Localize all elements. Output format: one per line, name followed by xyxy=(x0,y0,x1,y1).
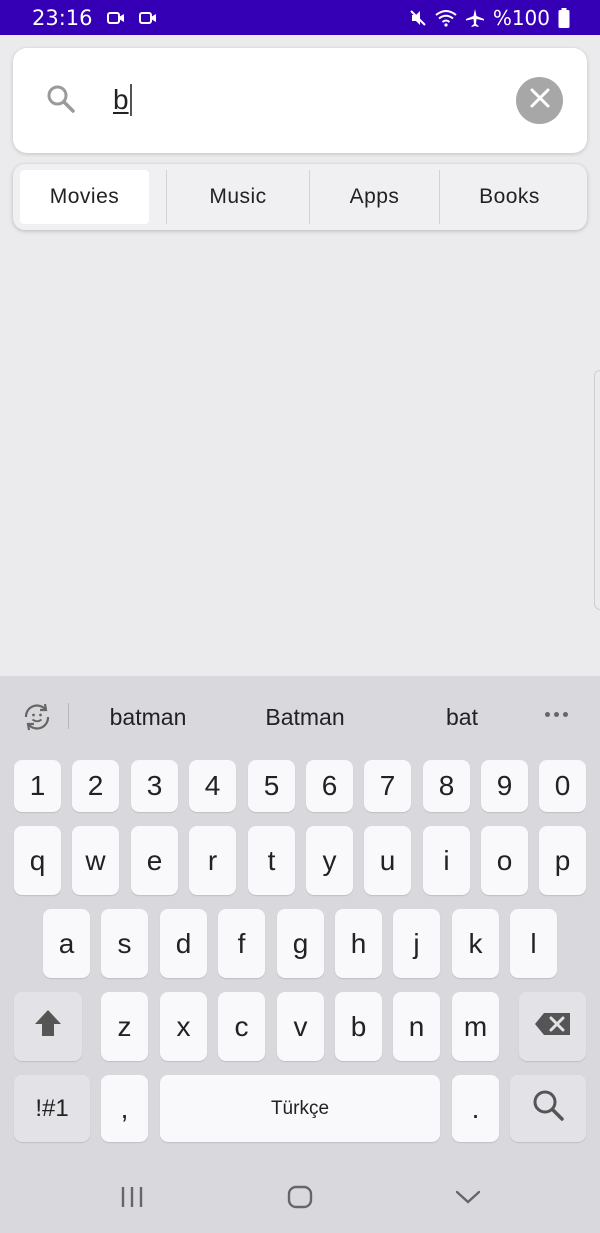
key-v[interactable]: v xyxy=(277,992,324,1061)
suggestion-1[interactable]: batman xyxy=(78,704,218,731)
battery-icon xyxy=(558,7,570,28)
clear-search-button[interactable] xyxy=(516,77,563,124)
video-camera-icon xyxy=(138,11,157,25)
key-5[interactable]: 5 xyxy=(248,760,295,812)
key-u[interactable]: u xyxy=(364,826,411,895)
symbols-key[interactable]: !#1 xyxy=(14,1075,90,1142)
key-c[interactable]: c xyxy=(218,992,265,1061)
wifi-icon xyxy=(435,9,457,27)
key-w[interactable]: w xyxy=(72,826,119,895)
search-input-value: b xyxy=(113,84,129,115)
key-l[interactable]: l xyxy=(510,909,557,978)
key-f[interactable]: f xyxy=(218,909,265,978)
key-h[interactable]: h xyxy=(335,909,382,978)
suggestion-3[interactable]: bat xyxy=(392,704,532,731)
suggestion-2[interactable]: Batman xyxy=(235,704,375,731)
tab-books[interactable]: Books xyxy=(440,170,579,224)
key-6[interactable]: 6 xyxy=(306,760,353,812)
emoji-toggle-icon[interactable] xyxy=(20,700,54,739)
comma-key[interactable]: , xyxy=(101,1075,148,1142)
shift-key[interactable] xyxy=(14,992,82,1061)
tab-movies[interactable]: Movies xyxy=(20,170,149,224)
key-t[interactable]: t xyxy=(248,826,295,895)
key-e[interactable]: e xyxy=(131,826,178,895)
text-caret xyxy=(129,84,132,116)
key-9[interactable]: 9 xyxy=(481,760,528,812)
backspace-key[interactable] xyxy=(519,992,586,1061)
key-7[interactable]: 7 xyxy=(364,760,411,812)
shift-arrow-icon xyxy=(33,1008,63,1045)
keyboard: batman Batman bat 1 2 3 4 5 6 7 8 9 0 q … xyxy=(0,676,600,1233)
period-key[interactable]: . xyxy=(452,1075,499,1142)
key-3[interactable]: 3 xyxy=(131,760,178,812)
key-k[interactable]: k xyxy=(452,909,499,978)
key-i[interactable]: i xyxy=(423,826,470,895)
mute-icon xyxy=(409,9,427,27)
recent-apps-icon[interactable] xyxy=(120,1185,144,1214)
airplane-icon xyxy=(465,8,485,28)
key-x[interactable]: x xyxy=(160,992,207,1061)
search-key[interactable] xyxy=(510,1075,586,1142)
key-j[interactable]: j xyxy=(393,909,440,978)
search-input[interactable]: b xyxy=(113,78,493,122)
space-key[interactable]: Türkçe xyxy=(160,1075,440,1142)
search-icon xyxy=(531,1088,565,1129)
key-8[interactable]: 8 xyxy=(423,760,470,812)
suggestion-divider xyxy=(68,703,69,729)
category-tabs: Movies Music Apps Books xyxy=(13,164,587,230)
more-dots-icon[interactable] xyxy=(545,712,568,717)
key-n[interactable]: n xyxy=(393,992,440,1061)
key-r[interactable]: r xyxy=(189,826,236,895)
key-d[interactable]: d xyxy=(160,909,207,978)
key-4[interactable]: 4 xyxy=(189,760,236,812)
home-icon[interactable] xyxy=(287,1185,313,1214)
video-camera-icon xyxy=(106,11,125,25)
search-icon xyxy=(46,84,76,119)
tab-music[interactable]: Music xyxy=(167,170,309,224)
battery-percent: %100 xyxy=(492,5,550,30)
key-q[interactable]: q xyxy=(14,826,61,895)
status-bar: 23:16 %100 xyxy=(0,0,600,35)
key-0[interactable]: 0 xyxy=(539,760,586,812)
close-icon xyxy=(529,87,551,114)
search-bar: b xyxy=(13,48,587,153)
key-m[interactable]: m xyxy=(452,992,499,1061)
key-z[interactable]: z xyxy=(101,992,148,1061)
status-time: 23:16 xyxy=(32,5,93,30)
key-s[interactable]: s xyxy=(101,909,148,978)
key-1[interactable]: 1 xyxy=(14,760,61,812)
scroll-indicator[interactable] xyxy=(594,370,600,610)
key-a[interactable]: a xyxy=(43,909,90,978)
key-y[interactable]: y xyxy=(306,826,353,895)
key-p[interactable]: p xyxy=(539,826,586,895)
key-2[interactable]: 2 xyxy=(72,760,119,812)
back-icon[interactable] xyxy=(455,1185,481,1214)
key-g[interactable]: g xyxy=(277,909,324,978)
suggestion-bar: batman Batman bat xyxy=(0,676,600,756)
key-o[interactable]: o xyxy=(481,826,528,895)
navigation-bar xyxy=(0,1155,600,1233)
backspace-icon xyxy=(534,1011,572,1043)
key-b[interactable]: b xyxy=(335,992,382,1061)
tab-apps[interactable]: Apps xyxy=(310,170,439,224)
